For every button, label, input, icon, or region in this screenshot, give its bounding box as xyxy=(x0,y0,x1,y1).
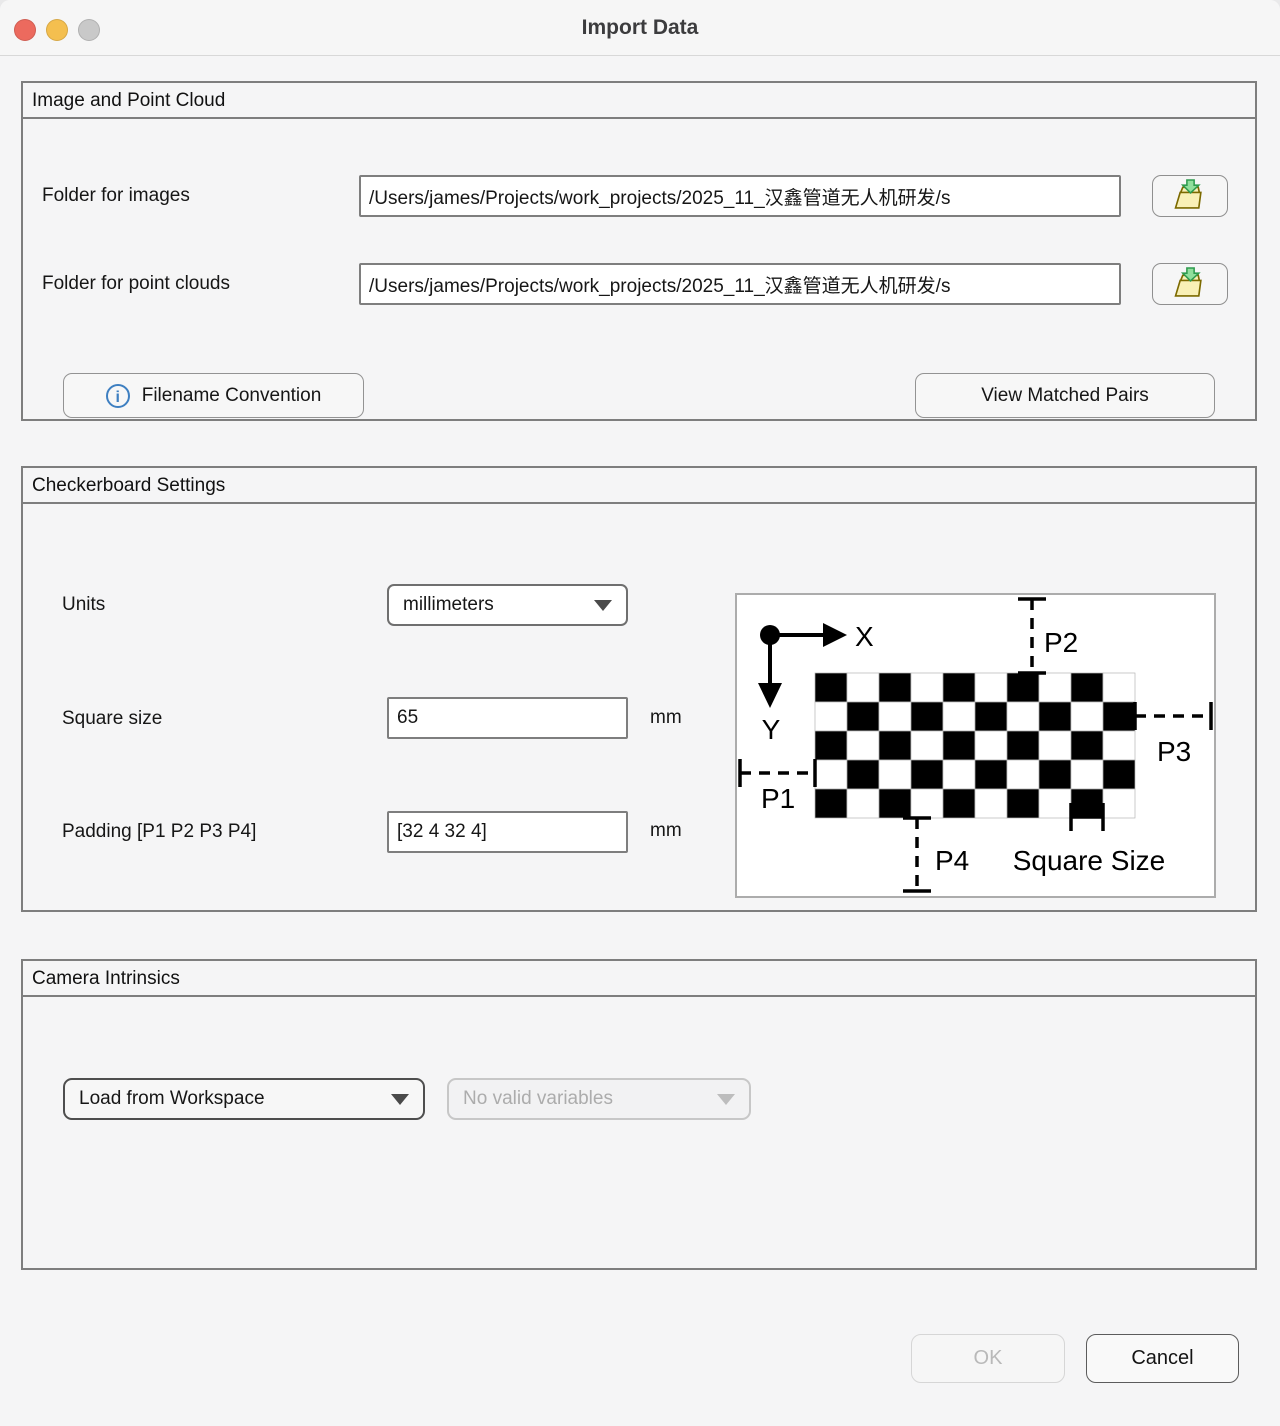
y-axis-arrow-icon xyxy=(758,683,782,708)
padding-unit: mm xyxy=(650,820,682,842)
ok-button-label: OK xyxy=(974,1347,1003,1370)
view-matched-pairs-button[interactable]: View Matched Pairs xyxy=(915,373,1215,418)
camera-intrinsics-title: Camera Intrinsics xyxy=(23,961,1255,997)
p1-label: P1 xyxy=(761,783,795,814)
cancel-button-label: Cancel xyxy=(1131,1347,1193,1370)
filename-convention-button[interactable]: i Filename Convention xyxy=(63,373,364,418)
p4-label: P4 xyxy=(935,845,969,876)
filename-convention-label: Filename Convention xyxy=(142,385,322,407)
units-label: Units xyxy=(62,593,105,617)
dropdown-arrow-icon xyxy=(391,1094,409,1105)
browse-images-button[interactable] xyxy=(1152,175,1228,217)
square-size-label: Square size xyxy=(62,707,162,731)
square-size-unit: mm xyxy=(650,707,682,729)
image-point-cloud-panel: Image and Point Cloud Folder for images … xyxy=(21,81,1257,421)
intrinsics-source-value: Load from Workspace xyxy=(79,1088,391,1110)
folder-clouds-label: Folder for point clouds xyxy=(42,272,230,296)
ok-button: OK xyxy=(911,1334,1065,1383)
p2-label: P2 xyxy=(1044,627,1078,658)
checkerboard-cells xyxy=(815,673,1135,818)
units-value: millimeters xyxy=(403,594,594,616)
checkerboard-settings-panel: Checkerboard Settings Units millimeters … xyxy=(21,466,1257,912)
diagram-square-size-label: Square Size xyxy=(1013,845,1166,876)
x-axis-arrow-icon xyxy=(823,623,847,647)
intrinsics-variable-value: No valid variables xyxy=(463,1088,717,1110)
checkerboard-diagram: X Y P2 P3 P1 xyxy=(735,593,1216,898)
units-dropdown[interactable]: millimeters xyxy=(387,584,628,626)
info-icon: i xyxy=(106,384,130,408)
folder-images-label: Folder for images xyxy=(42,184,190,208)
padding-input[interactable] xyxy=(387,811,628,853)
dropdown-arrow-icon xyxy=(717,1094,735,1105)
image-point-cloud-title: Image and Point Cloud xyxy=(23,83,1255,119)
folder-clouds-input[interactable] xyxy=(359,263,1121,305)
intrinsics-source-dropdown[interactable]: Load from Workspace xyxy=(63,1078,425,1120)
open-folder-import-icon xyxy=(1172,267,1208,301)
x-axis-label: X xyxy=(855,621,874,652)
checkerboard-diagram-svg: X Y P2 P3 P1 xyxy=(737,595,1214,896)
browse-clouds-button[interactable] xyxy=(1152,263,1228,305)
checkerboard-settings-title: Checkerboard Settings xyxy=(23,468,1255,504)
folder-images-input[interactable] xyxy=(359,175,1121,217)
dropdown-arrow-icon xyxy=(594,600,612,611)
padding-label: Padding [P1 P2 P3 P4] xyxy=(62,820,256,844)
import-data-dialog: Import Data Image and Point Cloud Folder… xyxy=(0,0,1280,1426)
title-bar: Import Data xyxy=(0,0,1280,56)
view-matched-pairs-label: View Matched Pairs xyxy=(981,385,1149,407)
open-folder-import-icon xyxy=(1172,179,1208,213)
p3-label: P3 xyxy=(1157,736,1191,767)
intrinsics-variable-dropdown-disabled: No valid variables xyxy=(447,1078,751,1120)
square-size-input[interactable] xyxy=(387,697,628,739)
cancel-button[interactable]: Cancel xyxy=(1086,1334,1239,1383)
y-axis-label: Y xyxy=(762,714,781,745)
window-title: Import Data xyxy=(0,0,1280,56)
camera-intrinsics-panel: Camera Intrinsics Load from Workspace No… xyxy=(21,959,1257,1270)
